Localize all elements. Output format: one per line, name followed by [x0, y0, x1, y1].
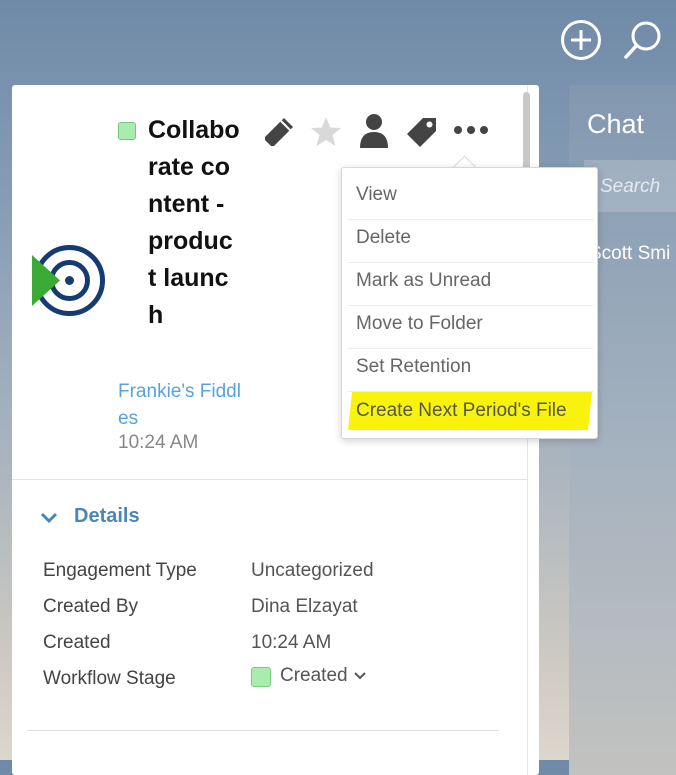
menu-item-view[interactable]: View [348, 176, 593, 219]
app-logo-icon [32, 245, 105, 316]
menu-item-set-retention[interactable]: Set Retention [348, 348, 593, 391]
chat-title: Chat [587, 109, 645, 139]
detail-value-engagement-type: Uncategorized [251, 560, 374, 581]
workflow-stage-indicator [251, 667, 271, 687]
status-indicator [118, 122, 136, 140]
detail-label-engagement-type: Engagement Type [43, 560, 197, 581]
workflow-stage-dropdown[interactable]: Created [280, 665, 366, 687]
chevron-down-icon [40, 512, 58, 524]
section-divider [27, 730, 499, 731]
detail-label-created-by: Created By [43, 596, 139, 617]
person-icon [360, 114, 388, 148]
section-divider [12, 479, 527, 480]
chat-contact-item[interactable]: Scott Smi [589, 243, 670, 265]
search-icon [624, 21, 661, 59]
detail-label-created: Created [43, 632, 111, 653]
assign-button[interactable] [357, 113, 391, 149]
more-actions-button[interactable] [452, 118, 490, 142]
menu-item-create-next-period-file[interactable]: Create Next Period's File [348, 392, 593, 435]
details-label: Details [74, 505, 140, 527]
menu-item-label: Create Next Period's File [356, 400, 567, 421]
detail-value-created-by: Dina Elzayat [251, 596, 358, 617]
detail-value-created: 10:24 AM [251, 632, 332, 653]
plus-circle-icon [561, 20, 601, 60]
pencil-icon [265, 118, 293, 146]
menu-item-move-to-folder[interactable]: Move to Folder [348, 305, 593, 348]
menu-item-mark-unread[interactable]: Mark as Unread [348, 262, 593, 305]
file-title: Collaborate content - product launch [148, 116, 240, 329]
tag-button[interactable] [405, 115, 439, 149]
client-link[interactable]: Frankie's Fiddles [118, 378, 246, 432]
workflow-stage-value: Created [280, 665, 348, 686]
star-icon [311, 117, 341, 146]
file-time: 10:24 AM [118, 432, 199, 453]
chevron-down-icon [353, 672, 366, 680]
edit-button[interactable] [262, 115, 296, 149]
tag-icon [407, 118, 436, 147]
search-button[interactable] [622, 19, 664, 61]
favorite-button[interactable] [309, 115, 343, 149]
detail-label-workflow-stage: Workflow Stage [43, 668, 176, 689]
add-button[interactable] [560, 19, 602, 61]
more-icon [454, 126, 488, 134]
more-actions-menu: View Delete Mark as Unread Move to Folde… [341, 167, 598, 439]
chat-search-placeholder: Search [600, 176, 661, 197]
menu-item-delete[interactable]: Delete [348, 219, 593, 262]
